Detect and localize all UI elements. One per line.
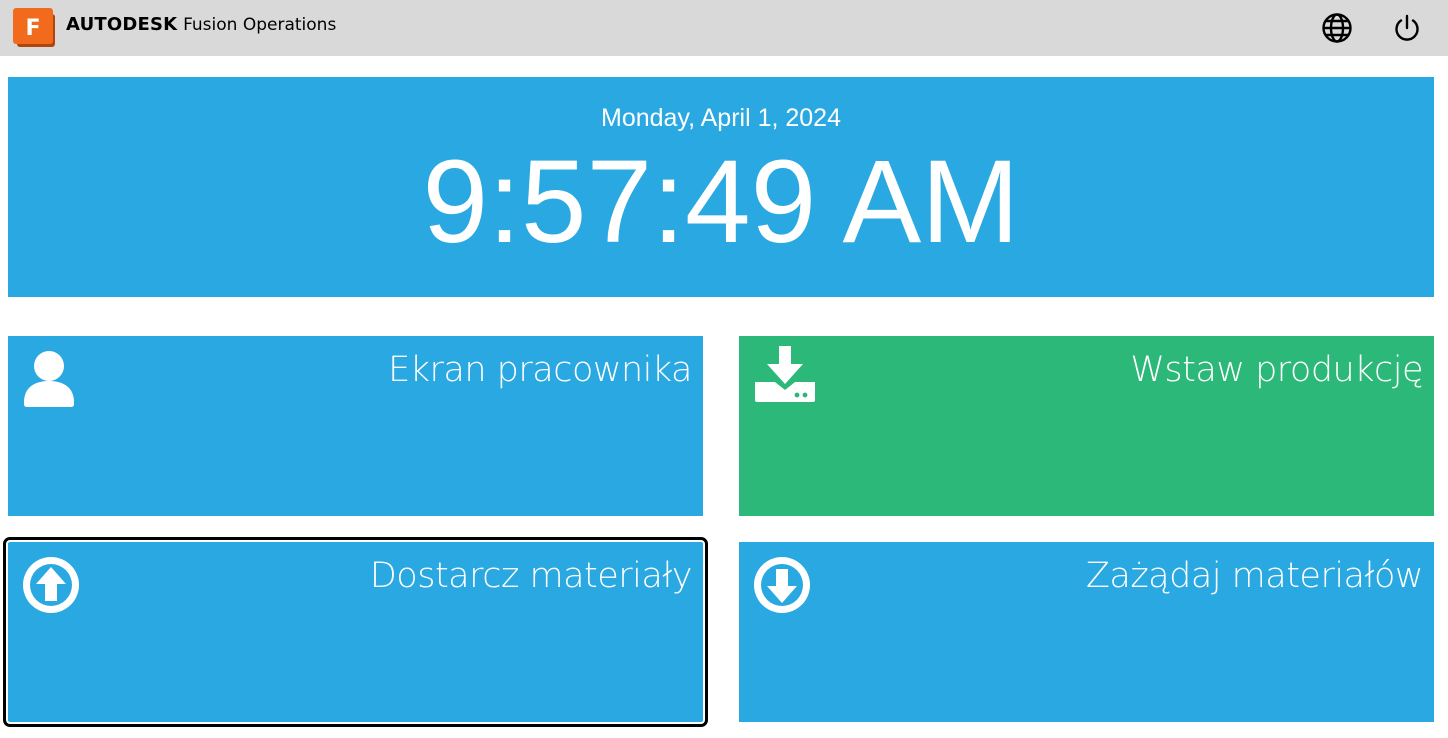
app-title: AUTODESK Fusion Operations bbox=[66, 14, 336, 35]
user-icon bbox=[24, 351, 74, 407]
arrow-down-circle-icon bbox=[754, 557, 810, 613]
product-name: Fusion Operations bbox=[183, 15, 337, 35]
logo-letter: F bbox=[25, 16, 40, 41]
tile-dostarcz-materialy[interactable]: Dostarcz materiały bbox=[3, 537, 708, 727]
tile-label: Ekran pracownika bbox=[388, 350, 692, 390]
tile-label: Zażądaj materiałów bbox=[1085, 556, 1424, 596]
arrow-up-circle-icon bbox=[23, 557, 79, 613]
tile-wstaw-produkcje[interactable]: Wstaw produkcję bbox=[739, 336, 1434, 516]
brand-name: AUTODESK bbox=[66, 14, 178, 35]
current-time: 9:57:49 AM bbox=[422, 136, 1020, 268]
download-tray-icon bbox=[755, 346, 815, 402]
globe-icon[interactable] bbox=[1321, 12, 1353, 44]
top-bar: F AUTODESK Fusion Operations bbox=[0, 0, 1448, 56]
clock-panel: Monday, April 1, 2024 9:57:49 AM bbox=[8, 77, 1434, 297]
power-icon[interactable] bbox=[1391, 12, 1423, 44]
tile-label: Wstaw produkcję bbox=[1130, 350, 1423, 390]
tile-zazadaj-materialow[interactable]: Zażądaj materiałów bbox=[739, 542, 1434, 722]
tile-label: Dostarcz materiały bbox=[369, 556, 693, 596]
tile-ekran-pracownika[interactable]: Ekran pracownika bbox=[8, 336, 703, 516]
fusion-logo-icon: F bbox=[13, 8, 55, 47]
current-date: Monday, April 1, 2024 bbox=[601, 104, 841, 132]
